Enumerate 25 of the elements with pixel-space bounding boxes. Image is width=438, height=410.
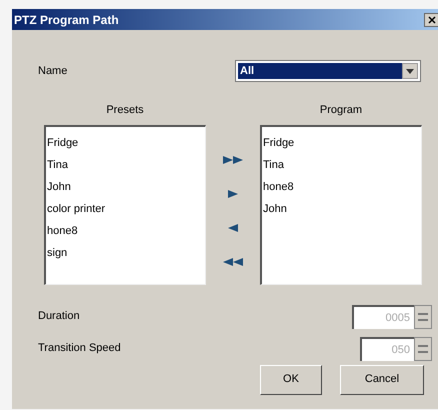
dropdown-value: All [238, 63, 402, 79]
presets-heading: Presets [106, 103, 144, 118]
window-title: PTZ Program Path [14, 12, 119, 28]
list-item[interactable]: Tina [47, 156, 205, 172]
list-item[interactable]: hone8 [263, 178, 421, 194]
name-dropdown[interactable]: All [235, 60, 421, 82]
cancel-button[interactable]: Cancel [340, 364, 424, 394]
spinner-icon[interactable] [414, 336, 432, 360]
name-label: Name [38, 64, 68, 79]
program-heading: Program [320, 103, 362, 118]
list-item[interactable]: color printer [47, 200, 205, 216]
list-box[interactable]: Fridge Tina John color printer hone8 sign [44, 124, 206, 284]
list-item[interactable]: sign [47, 244, 205, 260]
close-icon[interactable] [424, 12, 438, 26]
list-item[interactable]: Fridge [47, 134, 205, 150]
list-item[interactable]: John [263, 200, 421, 216]
list-item[interactable]: Fridge [263, 134, 421, 150]
spinner-icon[interactable] [414, 304, 432, 328]
list-item[interactable]: John [47, 178, 205, 194]
list-box[interactable]: Fridge Tina hone8 John [260, 124, 422, 284]
setting-label: Transition Speed [38, 341, 122, 356]
list-item[interactable]: Tina [263, 156, 421, 172]
setting-label: Duration [38, 309, 81, 324]
list-item[interactable]: hone8 [47, 222, 205, 238]
ok-button[interactable]: OK [260, 364, 322, 394]
